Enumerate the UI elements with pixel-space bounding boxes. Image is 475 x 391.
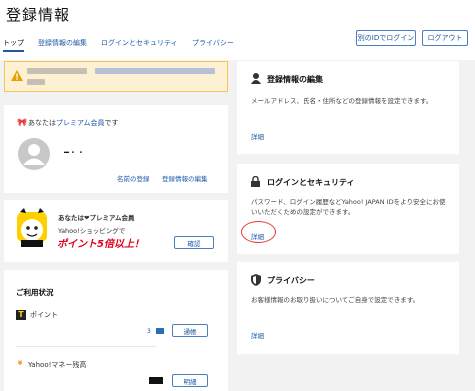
warning-icon	[11, 70, 23, 81]
passbook-button[interactable]: 通帳	[172, 324, 208, 337]
edit-info-link[interactable]: 登録情報の編集	[162, 173, 208, 183]
section-security-card: ログインとセキュリティ パスワード、ログイン履歴などYahoo! JAPAN I…	[237, 164, 459, 254]
lock-icon	[251, 176, 260, 187]
redacted-text	[27, 79, 45, 85]
tab-privacy[interactable]: プライバシー	[192, 38, 234, 48]
page-header: 登録情報 トップ 登録情報の編集 ログインとセキュリティ プライバシー 別のID…	[0, 0, 475, 60]
promo-points: ポイント5倍以上！	[57, 239, 144, 250]
usage-card: ご利用状況 T ポイント 3 通帳 ¥ Yahoo!マネー残高 明細	[4, 270, 228, 391]
tab-edit[interactable]: 登録情報の編集	[38, 38, 87, 48]
avatar	[18, 138, 50, 170]
money-label: Yahoo!マネー残高	[28, 361, 87, 369]
redacted-text	[95, 68, 215, 74]
switch-account-button[interactable]: 別のIDでログイン	[356, 30, 416, 46]
register-name-link[interactable]: 名前の登録	[117, 173, 150, 183]
section-title: プライバシー	[267, 276, 315, 285]
alert-banner[interactable]	[4, 61, 228, 92]
section-title: ログインとセキュリティ	[267, 178, 355, 187]
promo-line: Yahoo!ショッピングで	[58, 227, 126, 235]
history-button[interactable]: 明細	[172, 374, 208, 387]
redacted-value	[149, 377, 163, 384]
section-edit-card: 登録情報の編集 メールアドレス、氏名・住所などの登録情報を設定できます。 詳細	[237, 61, 459, 154]
ribbon-icon: 🎀	[17, 118, 27, 127]
user-name: ━・・	[64, 148, 85, 157]
promo-card[interactable]: あなたは❤プレミアム会員 Yahoo!ショッピングで ポイント5倍以上！ 確認	[4, 200, 228, 262]
page-title: 登録情報	[6, 6, 71, 24]
mascot-icon	[17, 208, 47, 247]
section-privacy-card: プライバシー お客様情報のお取り扱いについてご自身で設定できます。 詳細	[237, 262, 459, 354]
points-label: ポイント	[30, 311, 58, 319]
shield-icon	[251, 274, 261, 286]
premium-status-text: あなたはプレミアム会員です	[28, 119, 119, 127]
divider	[16, 346, 156, 347]
tab-security[interactable]: ログインとセキュリティ	[101, 38, 178, 48]
section-title: 登録情報の編集	[267, 75, 323, 84]
premium-link[interactable]: プレミアム会員	[56, 119, 105, 127]
active-tab-indicator	[3, 50, 24, 52]
t-point-icon: T	[16, 310, 26, 320]
section-desc: メールアドレス、氏名・住所などの登録情報を設定できます。	[251, 97, 433, 105]
detail-link[interactable]: 詳細	[251, 330, 264, 340]
tab-top[interactable]: トップ	[3, 38, 24, 48]
logout-button[interactable]: ログアウト	[422, 30, 468, 46]
redacted-text	[27, 68, 87, 74]
premium-member-card: 🎀 あなたはプレミアム会員です ━・・ 名前の登録 登録情報の編集	[4, 105, 228, 193]
confirm-button[interactable]: 確認	[174, 236, 214, 249]
points-value: 3	[147, 328, 151, 335]
promo-title: あなたは❤プレミアム会員	[58, 214, 135, 222]
highlight-circle	[241, 221, 276, 243]
detail-link[interactable]: 詳細	[251, 131, 264, 141]
section-desc: パスワード、ログイン履歴などYahoo! JAPAN IDをより安全にお使いいた…	[251, 198, 446, 216]
person-icon	[251, 73, 261, 84]
yahoo-money-icon: ¥	[18, 360, 23, 367]
redacted-value	[156, 328, 164, 334]
usage-title: ご利用状況	[16, 288, 54, 297]
section-desc: お客様情報のお取り扱いについてご自身で設定できます。	[251, 296, 420, 304]
